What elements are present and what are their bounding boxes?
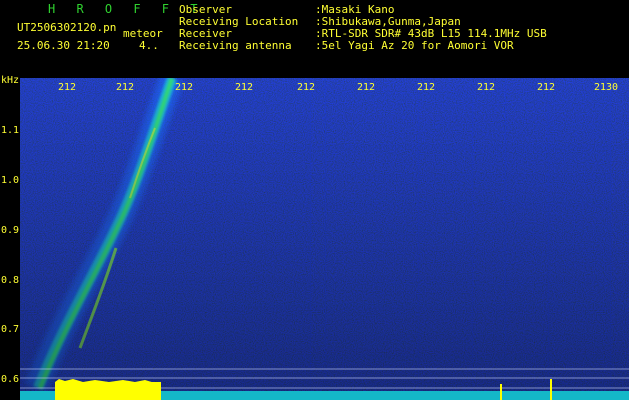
meta-key: Receiving antenna <box>179 39 292 52</box>
spectrogram-plot <box>20 78 629 400</box>
x-tick-label: 212 <box>477 82 496 93</box>
station-metadata: Observer:Masaki Kano Receiving Location:… <box>179 4 547 52</box>
x-tick-label: 212 <box>58 82 77 93</box>
observation-datetime: 25.06.30 21:20 <box>17 39 110 52</box>
y-tick-label: 0.6 <box>1 374 20 385</box>
y-tick-label: 0.8 <box>1 275 20 286</box>
x-tick-label: 212 <box>417 82 436 93</box>
x-tick-label: 2130 <box>594 82 619 93</box>
y-tick-label: 1.0 <box>1 175 20 186</box>
y-tick-label: 0.9 <box>1 225 20 236</box>
x-tick-label: 212 <box>357 82 376 93</box>
meta-value: :5el Yagi Az 20 for Aomori VOR <box>315 39 514 52</box>
plot-shading <box>20 78 629 400</box>
header-panel: H R O F F T UT2506302120.pn meteor 25.06… <box>0 0 629 78</box>
x-tick-label: 212 <box>537 82 556 93</box>
event-counter: 4.. <box>139 39 159 52</box>
x-tick-label: 212 <box>235 82 254 93</box>
y-tick-label: 1.1 <box>1 125 20 136</box>
y-axis-unit: kHz <box>1 75 20 86</box>
y-tick-label: 0.7 <box>1 324 20 335</box>
meta-row-antenna: Receiving antenna :5el Yagi Az 20 for Aom… <box>179 40 547 52</box>
x-tick-label: 212 <box>116 82 135 93</box>
file-name: UT2506302120.pn <box>17 21 117 34</box>
x-tick-label: 212 <box>297 82 316 93</box>
x-tick-label: 212 <box>175 82 194 93</box>
